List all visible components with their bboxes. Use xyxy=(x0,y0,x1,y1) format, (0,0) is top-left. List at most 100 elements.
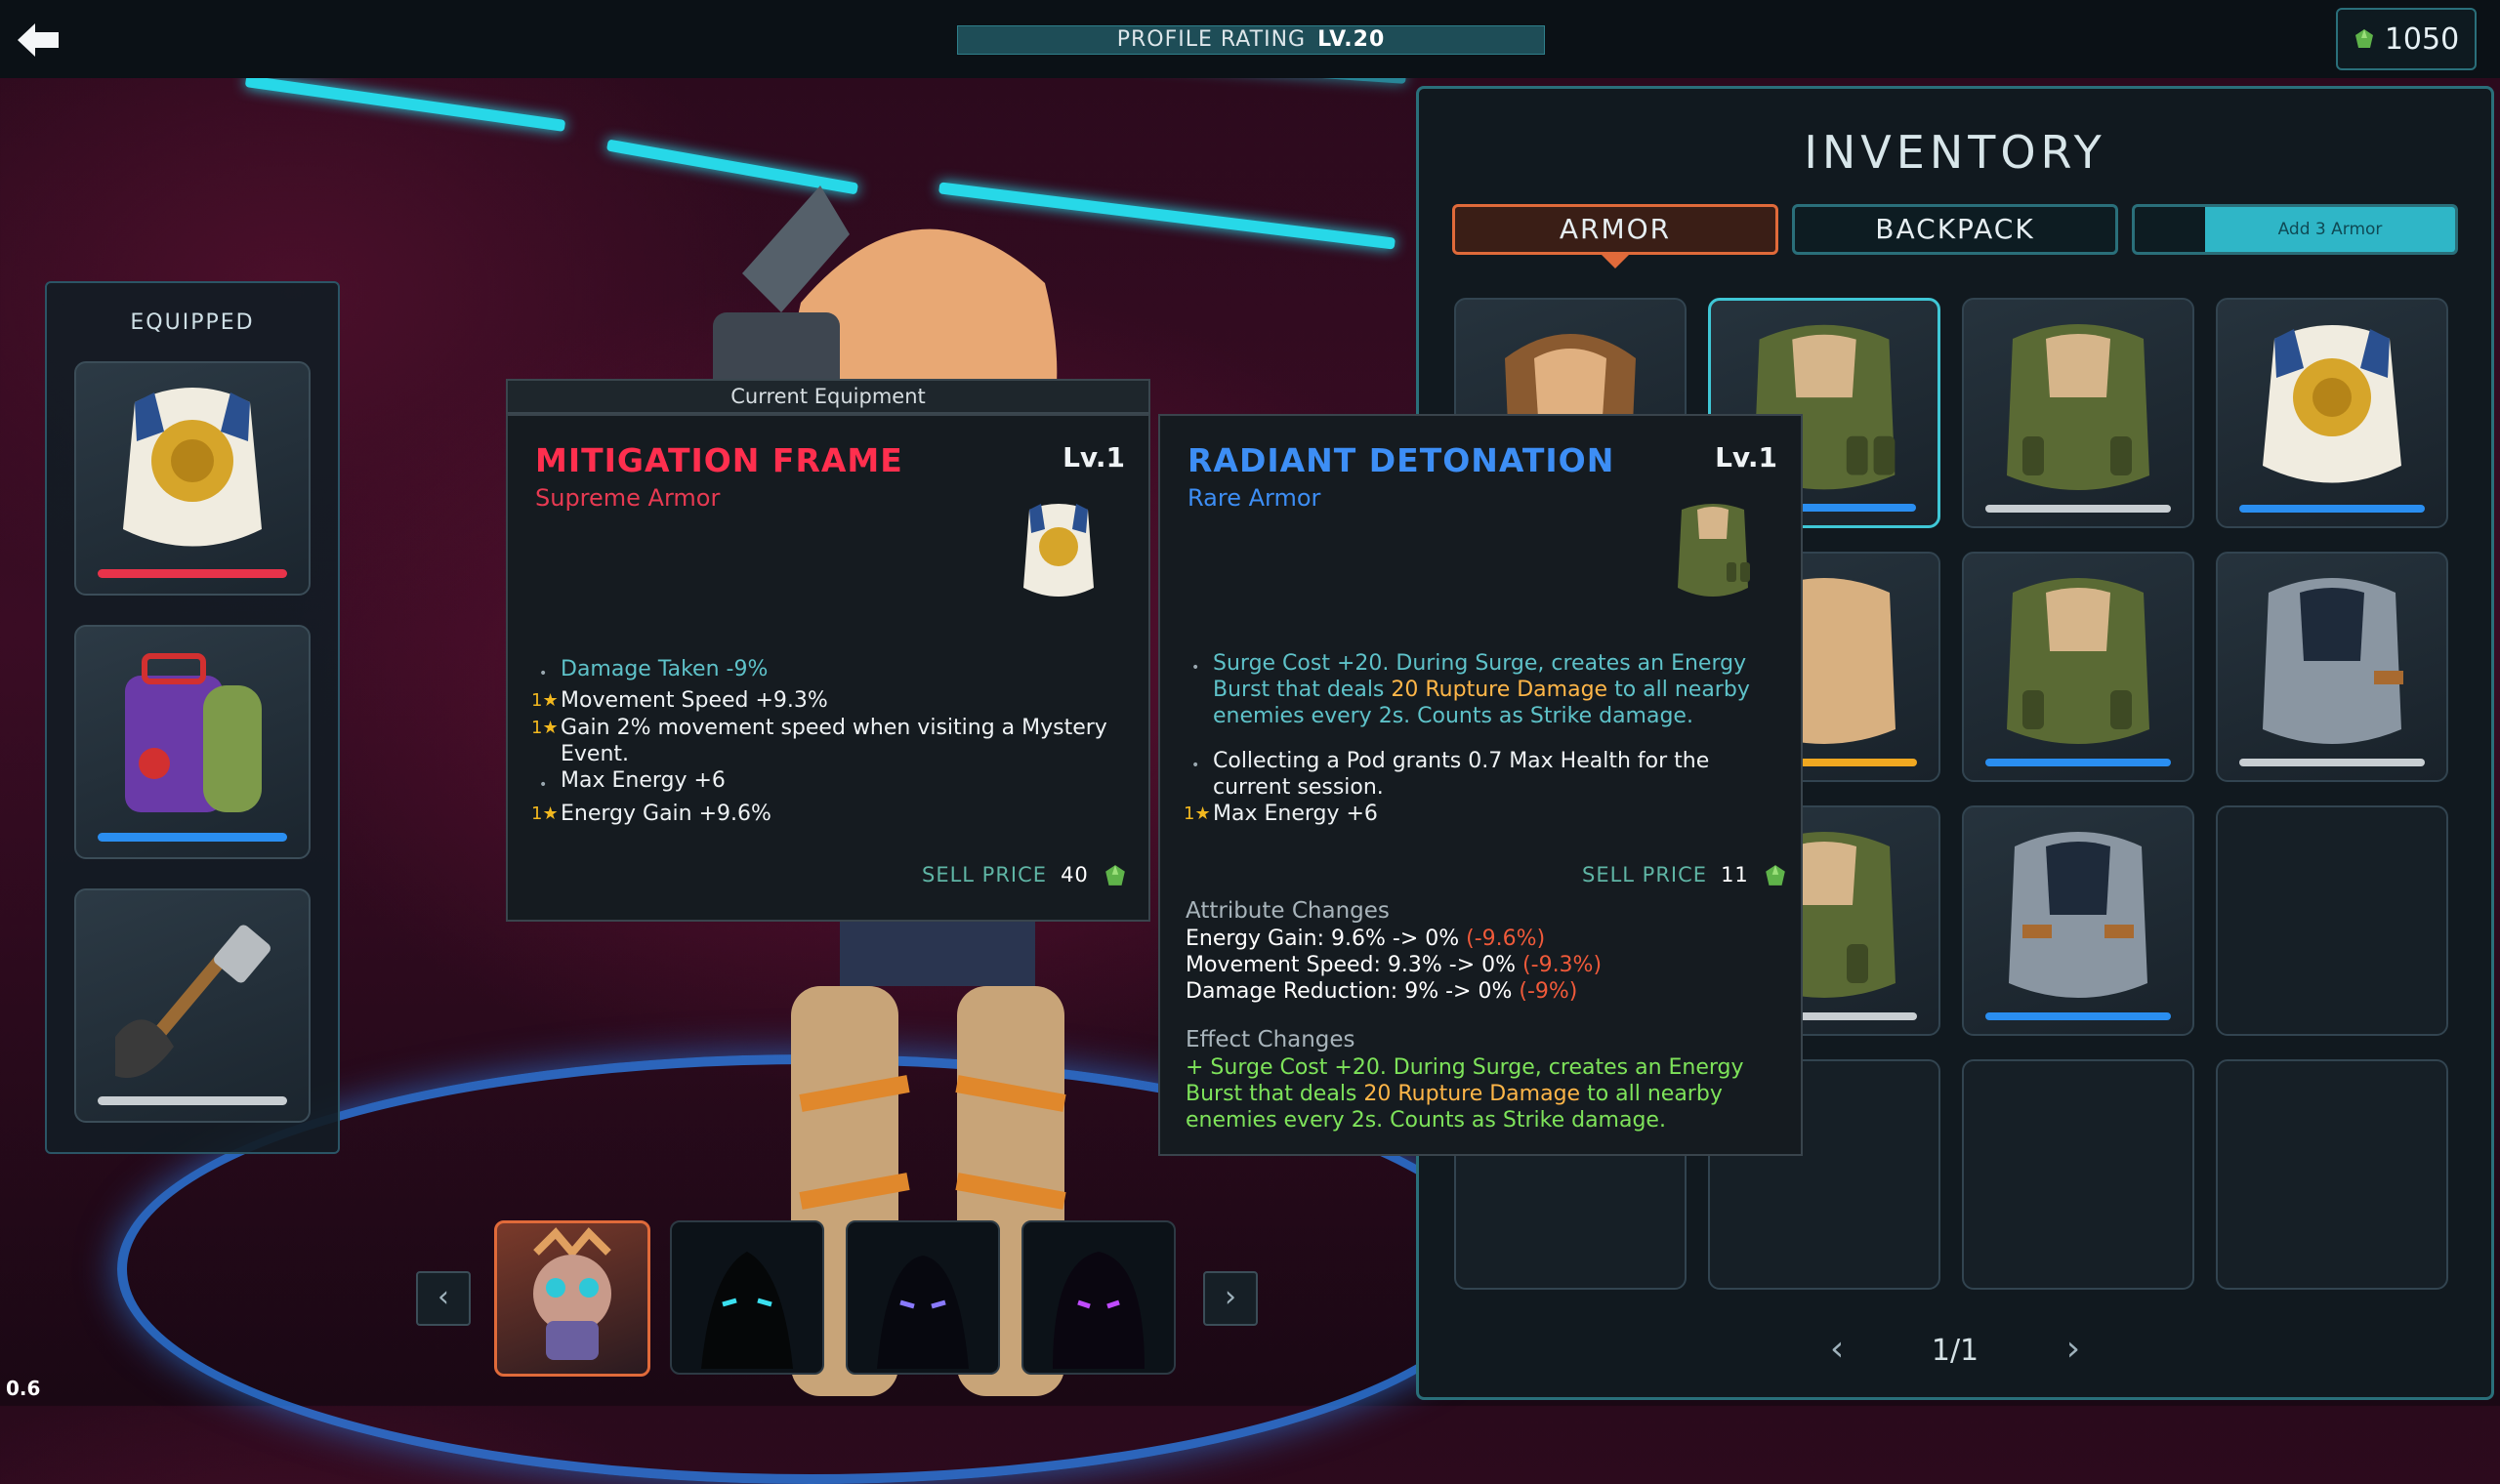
attribute-line: 1★ Max Energy +6 xyxy=(1184,801,1777,827)
lion-armor-icon xyxy=(1023,504,1094,597)
lion-armor-icon xyxy=(123,388,262,547)
attribute-change-line: Damage Reduction: 9% -> 0% (-9%) xyxy=(1186,978,1781,1005)
bullet-marker: • xyxy=(539,777,548,793)
rarity-bar xyxy=(1985,1012,2171,1020)
inventory-slot[interactable] xyxy=(2216,552,2448,782)
attribute-text: Collecting a Pod grants 0.7 Max Health f… xyxy=(1213,749,1710,800)
effect-highlight: 20 Rupture Damage xyxy=(1363,1082,1581,1106)
change-delta: (-9.3%) xyxy=(1522,953,1603,977)
rarity-bar xyxy=(1985,759,2171,766)
version-label: 0.6 xyxy=(6,1377,41,1400)
prev-character-button[interactable]: ‹ xyxy=(416,1271,471,1326)
attribute-line: • Surge Cost +20. During Surge, creates … xyxy=(1184,650,1777,729)
profile-rating-bar: PROFILE RATING LV.20 xyxy=(957,25,1545,55)
inventory-slot[interactable] xyxy=(1962,805,2194,1036)
attribute-text: Max Energy +6 xyxy=(1213,802,1378,826)
locked-character-silhouette xyxy=(701,1252,793,1369)
steel-armor-icon xyxy=(2009,832,2147,998)
character-portrait-locked[interactable] xyxy=(846,1220,1000,1375)
currency-gem-icon xyxy=(2354,29,2373,48)
attribute-line: 1★ Gain 2% movement speed when visiting … xyxy=(531,715,1125,767)
masked-warrior-portrait xyxy=(533,1227,611,1360)
rarity-bar xyxy=(1985,505,2171,513)
change-delta: (-9%) xyxy=(1519,979,1578,1004)
equipped-weapon-slot[interactable] xyxy=(74,888,311,1123)
rarity-bar xyxy=(98,569,287,578)
sell-price-value: 11 xyxy=(1721,863,1749,886)
change-text: Damage Reduction: 9% -> 0% xyxy=(1186,979,1513,1004)
item-rarity: Rare Armor xyxy=(1188,484,1321,512)
inventory-slot-empty[interactable] xyxy=(2216,1059,2448,1290)
star-marker: 1★ xyxy=(531,804,559,824)
attribute-text: Gain 2% movement speed when visiting a M… xyxy=(561,716,1107,766)
rarity-bar xyxy=(98,1096,287,1105)
add-armor-button[interactable]: Add 3 Armor xyxy=(2132,204,2458,255)
currency-gem-icon xyxy=(1766,865,1786,886)
item-level: Lv.1 xyxy=(1715,441,1777,474)
character-portrait-locked[interactable] xyxy=(670,1220,824,1375)
chevron-left-icon[interactable]: ‹ xyxy=(1830,1329,1844,1369)
rarity-bar xyxy=(2239,505,2425,513)
change-text: Energy Gain: 9.6% -> 0% xyxy=(1186,927,1460,951)
attribute-line: • Collecting a Pod grants 0.7 Max Health… xyxy=(1184,748,1777,801)
rarity-bar xyxy=(2239,759,2425,766)
effect-changes-title: Effect Changes xyxy=(1186,1027,1355,1052)
sell-price-label: SELL PRICE xyxy=(922,863,1048,886)
tab-armor[interactable]: ARMOR xyxy=(1452,204,1778,255)
lion-armor-icon xyxy=(2263,325,2401,483)
star-marker: 1★ xyxy=(531,718,559,738)
current-item-tooltip: MITIGATION FRAME Supreme Armor Lv.1 • Da… xyxy=(506,414,1150,922)
next-character-button[interactable]: › xyxy=(1203,1271,1258,1326)
axe-icon xyxy=(115,925,271,1078)
bullet-icon: • xyxy=(1191,758,1200,773)
attribute-text: Max Energy +6 xyxy=(561,768,726,793)
page-indicator: 1/1 xyxy=(1931,1334,1979,1368)
backpack-icon xyxy=(125,653,262,812)
green-vest-icon xyxy=(2007,578,2149,744)
tab-backpack[interactable]: BACKPACK xyxy=(1792,204,2118,255)
equipped-backpack-slot[interactable] xyxy=(74,625,311,859)
star-marker: 1★ xyxy=(531,690,559,711)
neon-light xyxy=(244,75,566,132)
sell-price-value: 40 xyxy=(1061,863,1089,886)
inventory-slot[interactable] xyxy=(1962,298,2194,528)
attribute-change-line: Movement Speed: 9.3% -> 0% (-9.3%) xyxy=(1186,952,1781,978)
green-vest-icon xyxy=(1678,504,1750,597)
inventory-title: INVENTORY xyxy=(1804,126,2106,179)
item-name: MITIGATION FRAME xyxy=(535,441,903,479)
back-arrow-icon[interactable] xyxy=(14,16,62,64)
change-text: Movement Speed: 9.3% -> 0% xyxy=(1186,953,1517,977)
equipped-title: EQUIPPED xyxy=(130,310,255,335)
equipped-panel: EQUIPPED xyxy=(45,281,340,1154)
currency-display: 1050 xyxy=(2336,8,2477,70)
bullet-marker: • xyxy=(539,666,548,681)
steel-armor-icon xyxy=(2263,578,2403,744)
equipped-armor-slot[interactable] xyxy=(74,361,311,596)
currency-amount: 1050 xyxy=(2384,21,2460,57)
locked-character-silhouette xyxy=(1053,1252,1145,1369)
current-equipment-header: Current Equipment xyxy=(506,379,1150,414)
character-portrait-locked[interactable] xyxy=(1021,1220,1176,1375)
inventory-slot-empty[interactable] xyxy=(2216,805,2448,1036)
inventory-slot-empty[interactable] xyxy=(1962,1059,2194,1290)
sell-price: SELL PRICE 40 xyxy=(922,863,1127,887)
effect-change-line: + Surge Cost +20. During Surge, creates … xyxy=(1186,1054,1781,1134)
item-name: RADIANT DETONATION xyxy=(1188,441,1615,479)
attribute-change-line: Energy Gain: 9.6% -> 0% (-9.6%) xyxy=(1186,926,1781,952)
character-portrait-selected[interactable] xyxy=(494,1220,650,1377)
inventory-slot[interactable] xyxy=(2216,298,2448,528)
attribute-line: • Damage Taken -9% xyxy=(531,656,1125,682)
attribute-text: Damage Taken -9% xyxy=(561,657,769,681)
bullet-icon: • xyxy=(1191,660,1200,676)
item-level: Lv.1 xyxy=(1062,441,1125,474)
item-rarity: Supreme Armor xyxy=(535,484,721,512)
attribute-line: • Max Energy +6 xyxy=(531,767,1125,794)
change-delta: (-9.6%) xyxy=(1466,927,1546,951)
locked-character-silhouette xyxy=(877,1256,969,1369)
chevron-right-icon[interactable]: › xyxy=(2066,1329,2080,1369)
attribute-text: Movement Speed +9.3% xyxy=(561,688,828,713)
attribute-changes-title: Attribute Changes xyxy=(1186,898,1390,924)
inventory-slot[interactable] xyxy=(1962,552,2194,782)
sell-price-label: SELL PRICE xyxy=(1582,863,1708,886)
star-marker: 1★ xyxy=(1184,804,1211,824)
